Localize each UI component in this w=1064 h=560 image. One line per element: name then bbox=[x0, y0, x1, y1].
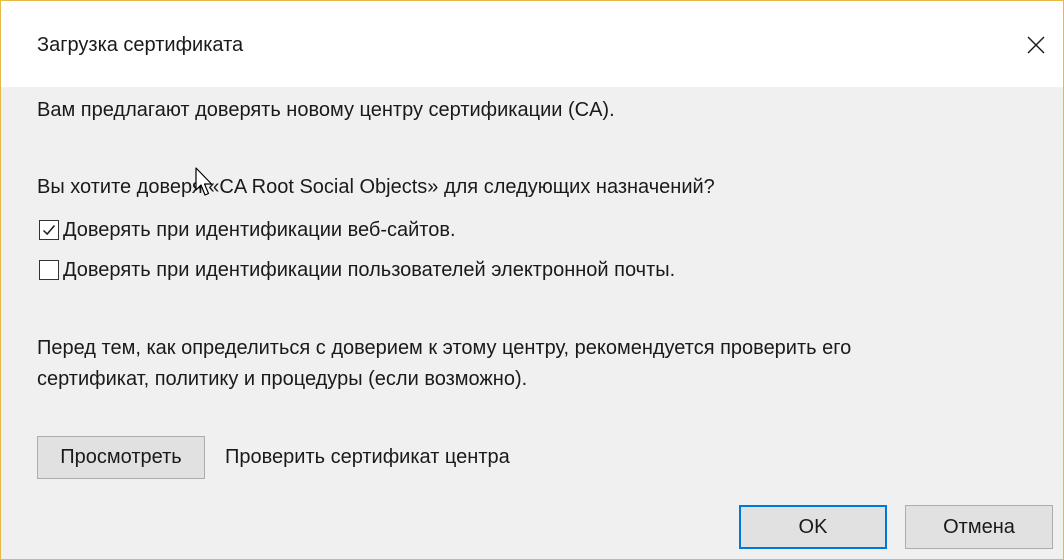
advice-text: Перед тем, как определиться с доверием к… bbox=[37, 333, 1027, 395]
trust-email-checkbox[interactable] bbox=[39, 260, 59, 280]
certificate-download-dialog: Загрузка сертификата Вам предлагают дове… bbox=[0, 0, 1064, 560]
close-button[interactable] bbox=[1013, 23, 1059, 67]
advice-line-1: Перед тем, как определиться с доверием к… bbox=[37, 337, 852, 359]
trust-websites-checkbox[interactable] bbox=[39, 220, 59, 240]
trust-websites-option[interactable]: Доверять при идентификации веб-сайтов. bbox=[39, 217, 456, 243]
close-icon bbox=[1027, 36, 1045, 54]
dialog-title: Загрузка сертификата bbox=[37, 34, 244, 56]
trust-email-option[interactable]: Доверять при идентификации пользователей… bbox=[39, 257, 675, 283]
trust-question-part2: «CA Root Social Objects» для следующих н… bbox=[202, 176, 715, 198]
advice-line-2: сертификат, политику и процедуры (если в… bbox=[37, 368, 528, 390]
cancel-button[interactable]: Отмена bbox=[905, 505, 1053, 549]
intro-text: Вам предлагают доверять новому центру се… bbox=[37, 99, 615, 121]
trust-question-part1: Вы хотите доверя bbox=[37, 176, 203, 198]
dialog-content: Вам предлагают доверять новому центру се… bbox=[1, 87, 1063, 559]
ok-button[interactable]: OK bbox=[739, 505, 887, 549]
view-certificate-description: Проверить сертификат центра bbox=[225, 446, 510, 468]
trust-question: Вы хотите доверя «CA Root Social Objects… bbox=[37, 167, 715, 200]
dialog-titlebar: Загрузка сертификата bbox=[1, 1, 1063, 87]
trust-websites-label[interactable]: Доверять при идентификации веб-сайтов. bbox=[63, 217, 456, 243]
view-certificate-button[interactable]: Просмотреть bbox=[37, 436, 205, 479]
checkmark-icon bbox=[42, 225, 56, 236]
trust-email-label[interactable]: Доверять при идентификации пользователей… bbox=[63, 257, 675, 283]
